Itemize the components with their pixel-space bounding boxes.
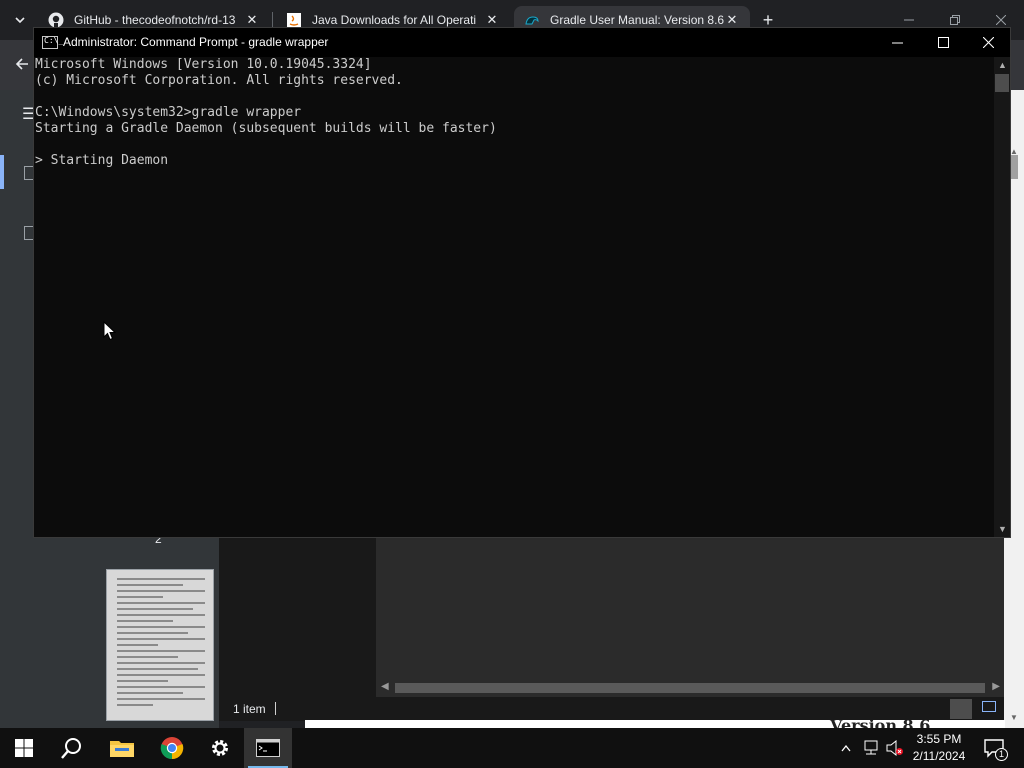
cmd-maximize-button[interactable]: [920, 28, 966, 57]
selected-rail-indicator: [0, 155, 4, 189]
github-icon: [48, 12, 64, 28]
scroll-up-icon[interactable]: ▲: [998, 60, 1007, 70]
console-line: Starting a Gradle Daemon (subsequent bui…: [35, 121, 497, 136]
console-line: (c) Microsoft Corporation. All rights re…: [35, 73, 403, 88]
cmd-title-bar[interactable]: C:\_ Administrator: Command Prompt - gra…: [34, 28, 1010, 57]
status-separator: [275, 702, 276, 715]
console-line: > Starting Daemon: [35, 153, 169, 168]
command-prompt-icon[interactable]: C:\_: [42, 36, 63, 49]
start-icon[interactable]: [0, 728, 48, 768]
clock-time: 3:55 PM: [916, 732, 962, 746]
tab-close-icon[interactable]: ✕: [244, 12, 260, 28]
notification-count-badge: 1: [995, 748, 1008, 761]
back-arrow-icon[interactable]: [10, 52, 34, 76]
command-prompt-icon[interactable]: [244, 728, 292, 768]
tab-title: Gradle User Manual: Version 8.6: [550, 13, 724, 27]
viewer-left-rail: [0, 90, 34, 728]
document-page-strip: Version 8.6: [305, 720, 1005, 728]
tab-close-icon[interactable]: ✕: [484, 12, 500, 28]
large-icons-view-button[interactable]: [982, 701, 996, 712]
horizontal-scrollbar[interactable]: ◀ ▶: [377, 680, 1004, 696]
cmd-window-title: Administrator: Command Prompt - gradle w…: [63, 35, 329, 49]
java-icon: [286, 12, 302, 28]
document-heading-fragment: Version 8.6: [830, 720, 930, 728]
cmd-console-output[interactable]: Microsoft Windows [Version 10.0.19045.33…: [34, 57, 994, 537]
scrollbar-thumb[interactable]: [995, 74, 1009, 92]
network-icon[interactable]: [860, 728, 882, 768]
clock-date: 2/11/2024: [912, 749, 966, 763]
console-line: C:\Windows\system32>gradle wrapper: [35, 105, 302, 120]
gradle-icon: [524, 12, 540, 28]
file-explorer-icon[interactable]: [98, 728, 146, 768]
chrome-icon[interactable]: [148, 728, 196, 768]
explorer-nav-pane: [219, 537, 377, 720]
scroll-right-icon[interactable]: ▶: [992, 681, 1000, 692]
cmd-minimize-button[interactable]: [874, 28, 920, 57]
mouse-pointer-icon: [103, 321, 117, 341]
tab-search-chevron-down-icon[interactable]: [8, 8, 32, 32]
command-prompt-window[interactable]: C:\_ Administrator: Command Prompt - gra…: [33, 27, 1011, 538]
scroll-down-icon[interactable]: ▼: [1010, 713, 1018, 722]
tab-divider: [272, 12, 273, 28]
tab-title: Java Downloads for All Operati: [312, 13, 477, 27]
page-thumbnail[interactable]: [106, 569, 214, 721]
cmd-close-button[interactable]: [965, 28, 1011, 57]
settings-icon[interactable]: [196, 728, 244, 768]
volume-muted-icon[interactable]: [884, 728, 906, 768]
scrollbar-thumb[interactable]: [395, 683, 985, 693]
taskbar: 3:55 PM 2/11/2024 1: [0, 728, 1024, 768]
action-center-icon[interactable]: 1: [982, 736, 1008, 761]
search-icon[interactable]: [48, 728, 96, 768]
tab-close-icon[interactable]: ✕: [724, 12, 740, 28]
scrollbar-thumb[interactable]: [1010, 155, 1018, 179]
show-hidden-icons-chevron-icon[interactable]: [836, 728, 856, 768]
taskbar-clock[interactable]: 3:55 PM 2/11/2024: [906, 731, 972, 765]
tab-title: GitHub - thecodeofnotch/rd-13: [74, 13, 236, 27]
details-view-button[interactable]: [950, 699, 972, 719]
item-count-text: 1 item: [233, 702, 266, 716]
scroll-left-icon[interactable]: ◀: [381, 681, 389, 692]
explorer-status-bar: 1 item: [219, 697, 1004, 721]
scroll-down-icon[interactable]: ▼: [998, 524, 1007, 534]
cmd-vertical-scrollbar[interactable]: ▲ ▼: [994, 57, 1010, 537]
console-line: Microsoft Windows [Version 10.0.19045.33…: [35, 57, 372, 72]
